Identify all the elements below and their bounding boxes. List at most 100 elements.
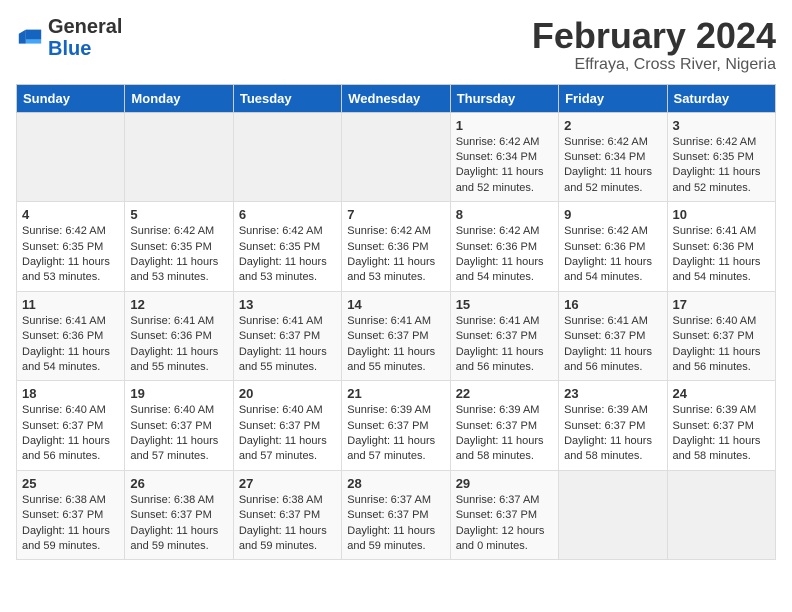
calendar-cell: 19 Sunrise: 6:40 AMSunset: 6:37 PMDayligh… <box>125 381 233 471</box>
calendar-cell <box>17 112 125 202</box>
day-info: Sunrise: 6:42 AMSunset: 6:35 PMDaylight:… <box>22 224 119 286</box>
day-number: 8 <box>456 207 553 222</box>
day-info: Sunrise: 6:41 AMSunset: 6:37 PMDaylight:… <box>564 314 661 376</box>
day-info: Sunrise: 6:41 AMSunset: 6:36 PMDaylight:… <box>130 314 227 376</box>
calendar-cell <box>559 470 667 560</box>
calendar-cell: 17Sunrise: 6:40 AMSunset: 6:37 PMDayligh… <box>667 291 775 381</box>
day-info: Sunrise: 6:40 AMSunset: 6:37 PMDaylight:… <box>239 403 336 465</box>
day-number: 29 <box>456 476 553 491</box>
calendar-cell: 24Sunrise: 6:39 AMSunset: 6:37 PMDayligh… <box>667 381 775 471</box>
calendar-cell: 11 Sunrise: 6:41 AMSunset: 6:36 PMDayligh… <box>17 291 125 381</box>
calendar-cell: 5Sunrise: 6:42 AMSunset: 6:35 PMDaylight… <box>125 202 233 292</box>
calendar-cell: 29 Sunrise: 6:37 AMSunset: 6:37 PMDayligh… <box>450 470 558 560</box>
day-info: Sunrise: 6:42 AMSunset: 6:34 PMDaylight:… <box>564 135 661 197</box>
day-number: 22 <box>456 386 553 401</box>
calendar-cell: 18 Sunrise: 6:40 AMSunset: 6:37 PMDayligh… <box>17 381 125 471</box>
day-info: Sunrise: 6:39 AMSunset: 6:37 PMDaylight:… <box>673 403 770 465</box>
day-number: 23 <box>564 386 661 401</box>
calendar-cell: 1 Sunrise: 6:42 AMSunset: 6:34 PMDaylight… <box>450 112 558 202</box>
calendar-cell: 9 Sunrise: 6:42 AMSunset: 6:36 PMDaylight… <box>559 202 667 292</box>
calendar-cell: 6Sunrise: 6:42 AMSunset: 6:35 PMDaylight… <box>233 202 341 292</box>
day-number: 11 <box>22 297 119 312</box>
day-number: 19 <box>130 386 227 401</box>
calendar-cell: 23 Sunrise: 6:39 AMSunset: 6:37 PMDayligh… <box>559 381 667 471</box>
calendar-cell: 2 Sunrise: 6:42 AMSunset: 6:34 PMDaylight… <box>559 112 667 202</box>
calendar-cell <box>667 470 775 560</box>
day-number: 25 <box>22 476 119 491</box>
day-info: Sunrise: 6:42 AMSunset: 6:36 PMDaylight:… <box>564 224 661 286</box>
day-info: Sunrise: 6:42 AMSunset: 6:36 PMDaylight:… <box>347 224 444 286</box>
day-header-saturday: Saturday <box>667 84 775 112</box>
day-info: Sunrise: 6:42 AMSunset: 6:34 PMDaylight:… <box>456 135 553 197</box>
calendar-cell: 12 Sunrise: 6:41 AMSunset: 6:36 PMDayligh… <box>125 291 233 381</box>
day-info: Sunrise: 6:40 AMSunset: 6:37 PMDaylight:… <box>22 403 119 465</box>
calendar-cell <box>125 112 233 202</box>
day-number: 1 <box>456 118 553 133</box>
calendar-body: 1 Sunrise: 6:42 AMSunset: 6:34 PMDaylight… <box>17 112 776 560</box>
day-number: 7 <box>347 207 444 222</box>
day-info: Sunrise: 6:39 AMSunset: 6:37 PMDaylight:… <box>456 403 553 465</box>
calendar-cell: 14Sunrise: 6:41 AMSunset: 6:37 PMDayligh… <box>342 291 450 381</box>
calendar-week-1: 1 Sunrise: 6:42 AMSunset: 6:34 PMDaylight… <box>17 112 776 202</box>
day-number: 2 <box>564 118 661 133</box>
day-info: Sunrise: 6:37 AMSunset: 6:37 PMDaylight:… <box>347 493 444 555</box>
day-number: 12 <box>130 297 227 312</box>
day-info: Sunrise: 6:42 AMSunset: 6:35 PMDaylight:… <box>673 135 770 197</box>
day-header-tuesday: Tuesday <box>233 84 341 112</box>
day-header-thursday: Thursday <box>450 84 558 112</box>
day-number: 28 <box>347 476 444 491</box>
logo: General Blue <box>16 16 122 60</box>
calendar-cell <box>233 112 341 202</box>
calendar-cell: 26Sunrise: 6:38 AMSunset: 6:37 PMDayligh… <box>125 470 233 560</box>
day-number: 26 <box>130 476 227 491</box>
day-number: 18 <box>22 386 119 401</box>
day-info: Sunrise: 6:41 AMSunset: 6:36 PMDaylight:… <box>673 224 770 286</box>
calendar-cell: 8Sunrise: 6:42 AMSunset: 6:36 PMDaylight… <box>450 202 558 292</box>
page-header: General Blue February 2024 Effraya, Cros… <box>16 16 776 74</box>
calendar-table: SundayMondayTuesdayWednesdayThursdayFrid… <box>16 84 776 561</box>
day-info: Sunrise: 6:39 AMSunset: 6:37 PMDaylight:… <box>564 403 661 465</box>
day-info: Sunrise: 6:38 AMSunset: 6:37 PMDaylight:… <box>22 493 119 555</box>
day-info: Sunrise: 6:41 AMSunset: 6:37 PMDaylight:… <box>347 314 444 376</box>
calendar-cell: 4 Sunrise: 6:42 AMSunset: 6:35 PMDaylight… <box>17 202 125 292</box>
logo-general-text: General <box>48 16 122 38</box>
calendar-cell <box>342 112 450 202</box>
calendar-cell: 13Sunrise: 6:41 AMSunset: 6:37 PMDayligh… <box>233 291 341 381</box>
calendar-cell: 27Sunrise: 6:38 AMSunset: 6:37 PMDayligh… <box>233 470 341 560</box>
day-number: 21 <box>347 386 444 401</box>
title-block: February 2024 Effraya, Cross River, Nige… <box>532 16 776 74</box>
day-info: Sunrise: 6:41 AMSunset: 6:37 PMDaylight:… <box>239 314 336 376</box>
day-info: Sunrise: 6:41 AMSunset: 6:37 PMDaylight:… <box>456 314 553 376</box>
day-info: Sunrise: 6:40 AMSunset: 6:37 PMDaylight:… <box>673 314 770 376</box>
day-info: Sunrise: 6:40 AMSunset: 6:37 PMDaylight:… <box>130 403 227 465</box>
day-header-friday: Friday <box>559 84 667 112</box>
calendar-cell: 28 Sunrise: 6:37 AMSunset: 6:37 PMDayligh… <box>342 470 450 560</box>
calendar-cell: 15 Sunrise: 6:41 AMSunset: 6:37 PMDayligh… <box>450 291 558 381</box>
day-number: 9 <box>564 207 661 222</box>
logo-blue-text: Blue <box>48 38 91 60</box>
day-info: Sunrise: 6:37 AMSunset: 6:37 PMDaylight:… <box>456 493 553 555</box>
calendar-cell: 25 Sunrise: 6:38 AMSunset: 6:37 PMDayligh… <box>17 470 125 560</box>
calendar-header-row: SundayMondayTuesdayWednesdayThursdayFrid… <box>17 84 776 112</box>
day-number: 5 <box>130 207 227 222</box>
day-number: 16 <box>564 297 661 312</box>
day-number: 27 <box>239 476 336 491</box>
day-header-wednesday: Wednesday <box>342 84 450 112</box>
day-header-monday: Monday <box>125 84 233 112</box>
calendar-cell: 20 Sunrise: 6:40 AMSunset: 6:37 PMDayligh… <box>233 381 341 471</box>
day-number: 6 <box>239 207 336 222</box>
calendar-cell: 3 Sunrise: 6:42 AMSunset: 6:35 PMDaylight… <box>667 112 775 202</box>
page-subtitle: Effraya, Cross River, Nigeria <box>532 56 776 74</box>
day-number: 20 <box>239 386 336 401</box>
day-number: 15 <box>456 297 553 312</box>
calendar-week-4: 18 Sunrise: 6:40 AMSunset: 6:37 PMDayligh… <box>17 381 776 471</box>
calendar-week-5: 25 Sunrise: 6:38 AMSunset: 6:37 PMDayligh… <box>17 470 776 560</box>
day-number: 3 <box>673 118 770 133</box>
calendar-cell: 16 Sunrise: 6:41 AMSunset: 6:37 PMDayligh… <box>559 291 667 381</box>
day-number: 10 <box>673 207 770 222</box>
day-info: Sunrise: 6:39 AMSunset: 6:37 PMDaylight:… <box>347 403 444 465</box>
day-info: Sunrise: 6:41 AMSunset: 6:36 PMDaylight:… <box>22 314 119 376</box>
day-number: 4 <box>22 207 119 222</box>
calendar-week-2: 4 Sunrise: 6:42 AMSunset: 6:35 PMDaylight… <box>17 202 776 292</box>
logo-icon <box>16 24 44 52</box>
